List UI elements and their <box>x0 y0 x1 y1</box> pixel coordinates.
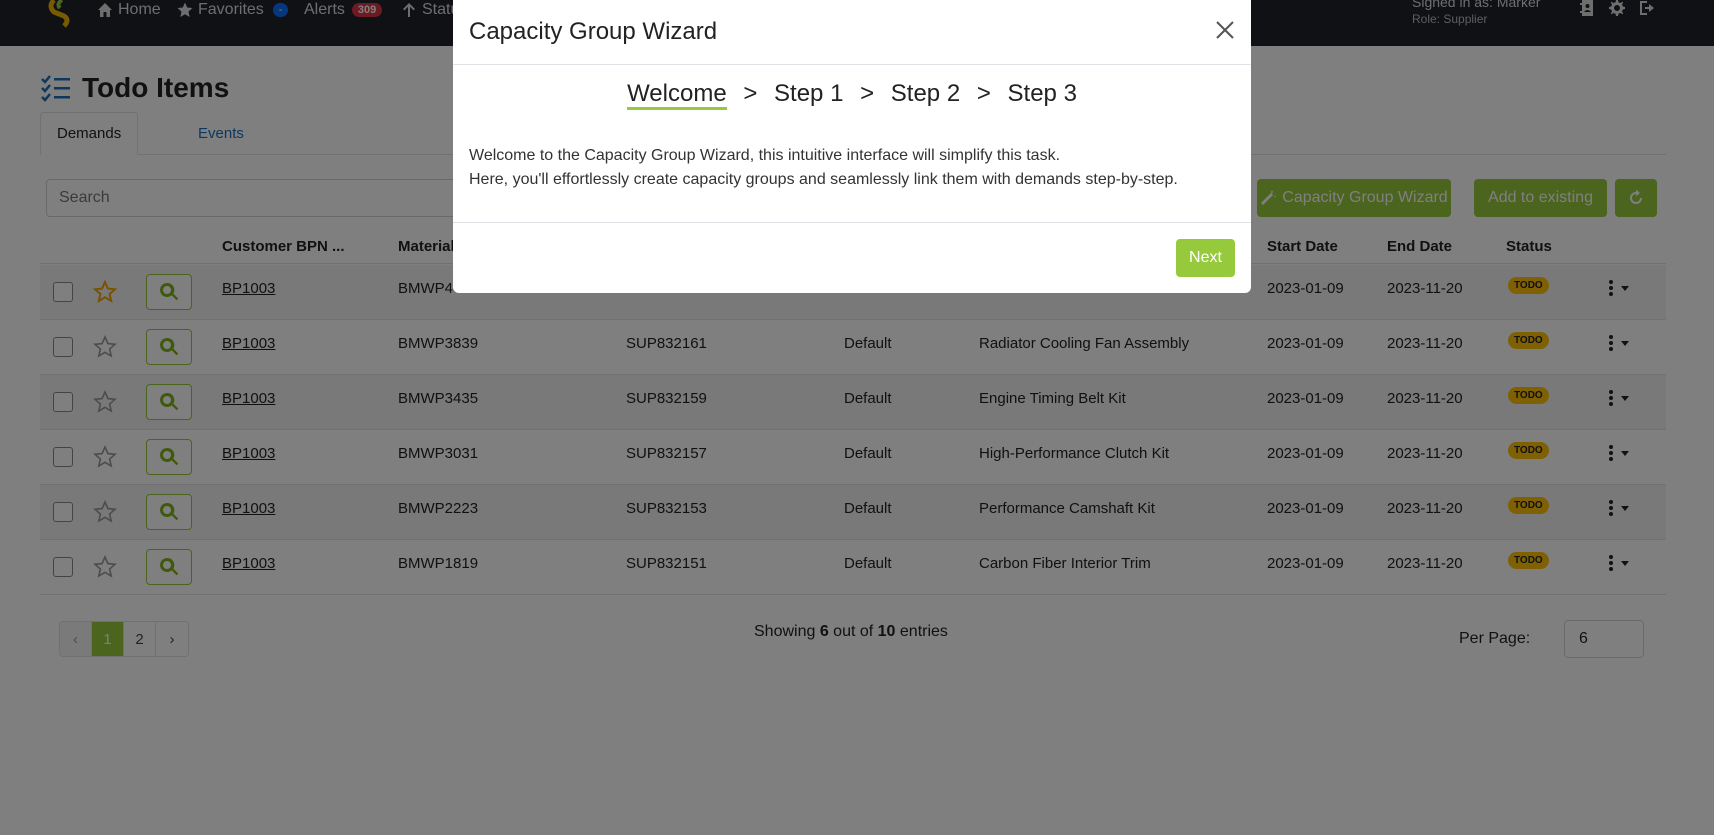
welcome-line-1: Welcome to the Capacity Group Wizard, th… <box>469 147 1061 164</box>
step-separator: > <box>743 80 758 107</box>
step-3: Step 3 <box>1007 80 1077 107</box>
step-welcome: Welcome <box>627 80 727 110</box>
close-icon[interactable] <box>1215 20 1235 40</box>
modal-footer: Next <box>453 222 1251 293</box>
wizard-steps: Welcome > Step 1 > Step 2 > Step 3 <box>453 80 1251 110</box>
modal-body: Welcome to the Capacity Group Wizard, th… <box>469 144 1178 192</box>
capacity-group-wizard-modal: Capacity Group Wizard Welcome > Step 1 >… <box>453 0 1251 293</box>
step-1: Step 1 <box>774 80 844 107</box>
step-2: Step 2 <box>890 80 961 107</box>
modal-header: Capacity Group Wizard <box>453 0 1251 65</box>
step-separator: > <box>860 80 875 107</box>
modal-title: Capacity Group Wizard <box>469 18 718 45</box>
step-separator: > <box>976 80 991 107</box>
next-button[interactable]: Next <box>1176 239 1235 277</box>
welcome-line-2: Here, you'll effortlessly create capacit… <box>469 171 1178 188</box>
